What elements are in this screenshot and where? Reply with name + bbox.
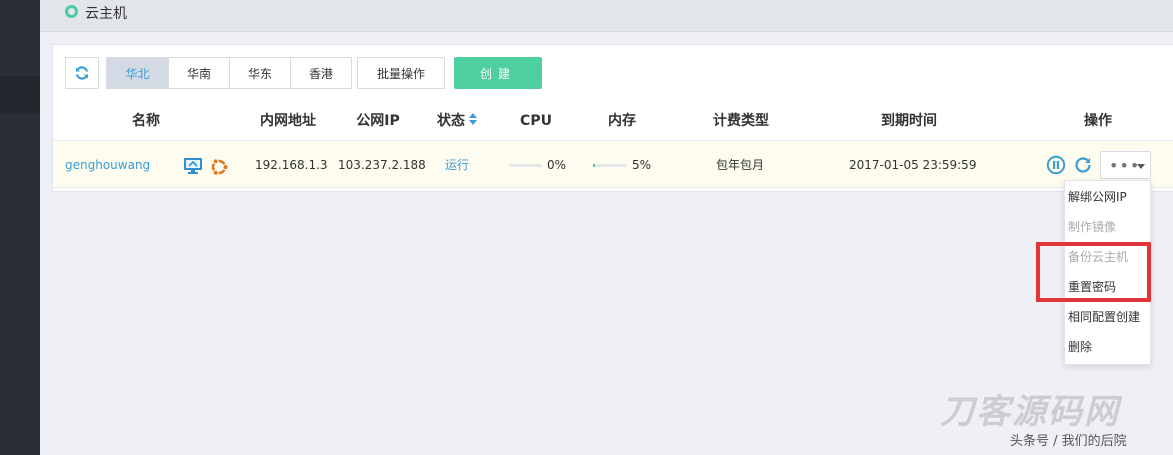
cpu-usage-bar — [509, 164, 542, 167]
tab-region-south-china[interactable]: 华南 — [168, 58, 229, 88]
memory-usage-fill — [593, 164, 595, 167]
more-actions-button[interactable]: ••• — [1100, 151, 1151, 179]
refresh-button[interactable] — [65, 57, 99, 89]
tab-region-hong-kong[interactable]: 香港 — [290, 58, 351, 88]
column-header-status-label: 状态 — [437, 113, 465, 129]
left-nav-active-item[interactable] — [0, 76, 40, 114]
private-ip-cell: 192.168.1.3 — [255, 158, 328, 172]
column-header-private-ip: 内网地址 — [260, 113, 316, 129]
memory-usage-value: 5% — [632, 158, 652, 172]
expiry-time-cell: 2017-01-05 23:59:59 — [849, 158, 977, 172]
column-header-status[interactable]: 状态 — [437, 101, 477, 141]
watermark-logo: 刀客源码网 — [940, 392, 1120, 432]
more-dots-icon: ••• — [1109, 156, 1141, 175]
billing-type-cell: 包年包月 — [716, 158, 765, 172]
column-header-expiry: 到期时间 — [881, 113, 937, 129]
column-header-name: 名称 — [132, 113, 160, 129]
batch-operation-button[interactable]: 批量操作 — [357, 57, 445, 89]
pause-icon[interactable] — [1046, 155, 1066, 175]
menu-item-delete[interactable]: 删除 — [1068, 332, 1092, 362]
annotation-highlight-box — [1036, 242, 1151, 302]
page-header: 云主机 — [40, 0, 1173, 32]
menu-item-create-image[interactable]: 制作镜像 — [1068, 212, 1116, 242]
watermark-caption: 头条号 / 我们的后院 — [1010, 434, 1127, 449]
column-header-public-ip: 公网IP — [356, 113, 400, 129]
table-header: 名称 内网地址 公网IP 状态 CPU 内存 计费类型 到期时间 操作 — [53, 101, 1173, 141]
status-cell: 运行 — [445, 158, 470, 172]
region-tabs: 华北 华南 华东 香港 — [106, 57, 352, 89]
ubuntu-icon — [211, 158, 229, 176]
column-header-memory: 内存 — [608, 113, 636, 129]
column-header-actions: 操作 — [1084, 113, 1112, 129]
column-header-billing: 计费类型 — [713, 113, 769, 129]
create-button[interactable]: 创建 — [454, 57, 542, 89]
chevron-down-icon — [1137, 164, 1145, 169]
column-header-cpu: CPU — [520, 113, 552, 129]
instance-name-link[interactable]: genghouwang — [65, 142, 150, 188]
memory-usage-bar — [593, 164, 626, 167]
left-nav-sidebar — [0, 0, 40, 455]
status-ring-icon — [65, 5, 78, 18]
page-title: 云主机 — [85, 6, 127, 22]
remote-desktop-icon[interactable] — [183, 157, 203, 175]
menu-item-unbind-public-ip[interactable]: 解绑公网IP — [1068, 182, 1127, 212]
cpu-usage-value: 0% — [547, 158, 567, 172]
menu-item-clone-config[interactable]: 相同配置创建 — [1068, 302, 1140, 332]
public-ip-cell: 103.237.2.188 — [338, 158, 426, 172]
instance-panel: 华北 华南 华东 香港 批量操作 创建 名称 内网地址 公网IP 状态 CPU … — [52, 44, 1173, 192]
tab-region-east-china[interactable]: 华东 — [229, 58, 290, 88]
table-row: genghouwang 192.168.1.3 103.237.2.188 运行… — [53, 142, 1173, 188]
refresh-icon — [75, 66, 89, 80]
tab-region-north-china[interactable]: 华北 — [107, 58, 168, 88]
sort-icon[interactable] — [469, 113, 477, 125]
restart-icon[interactable] — [1073, 155, 1093, 175]
